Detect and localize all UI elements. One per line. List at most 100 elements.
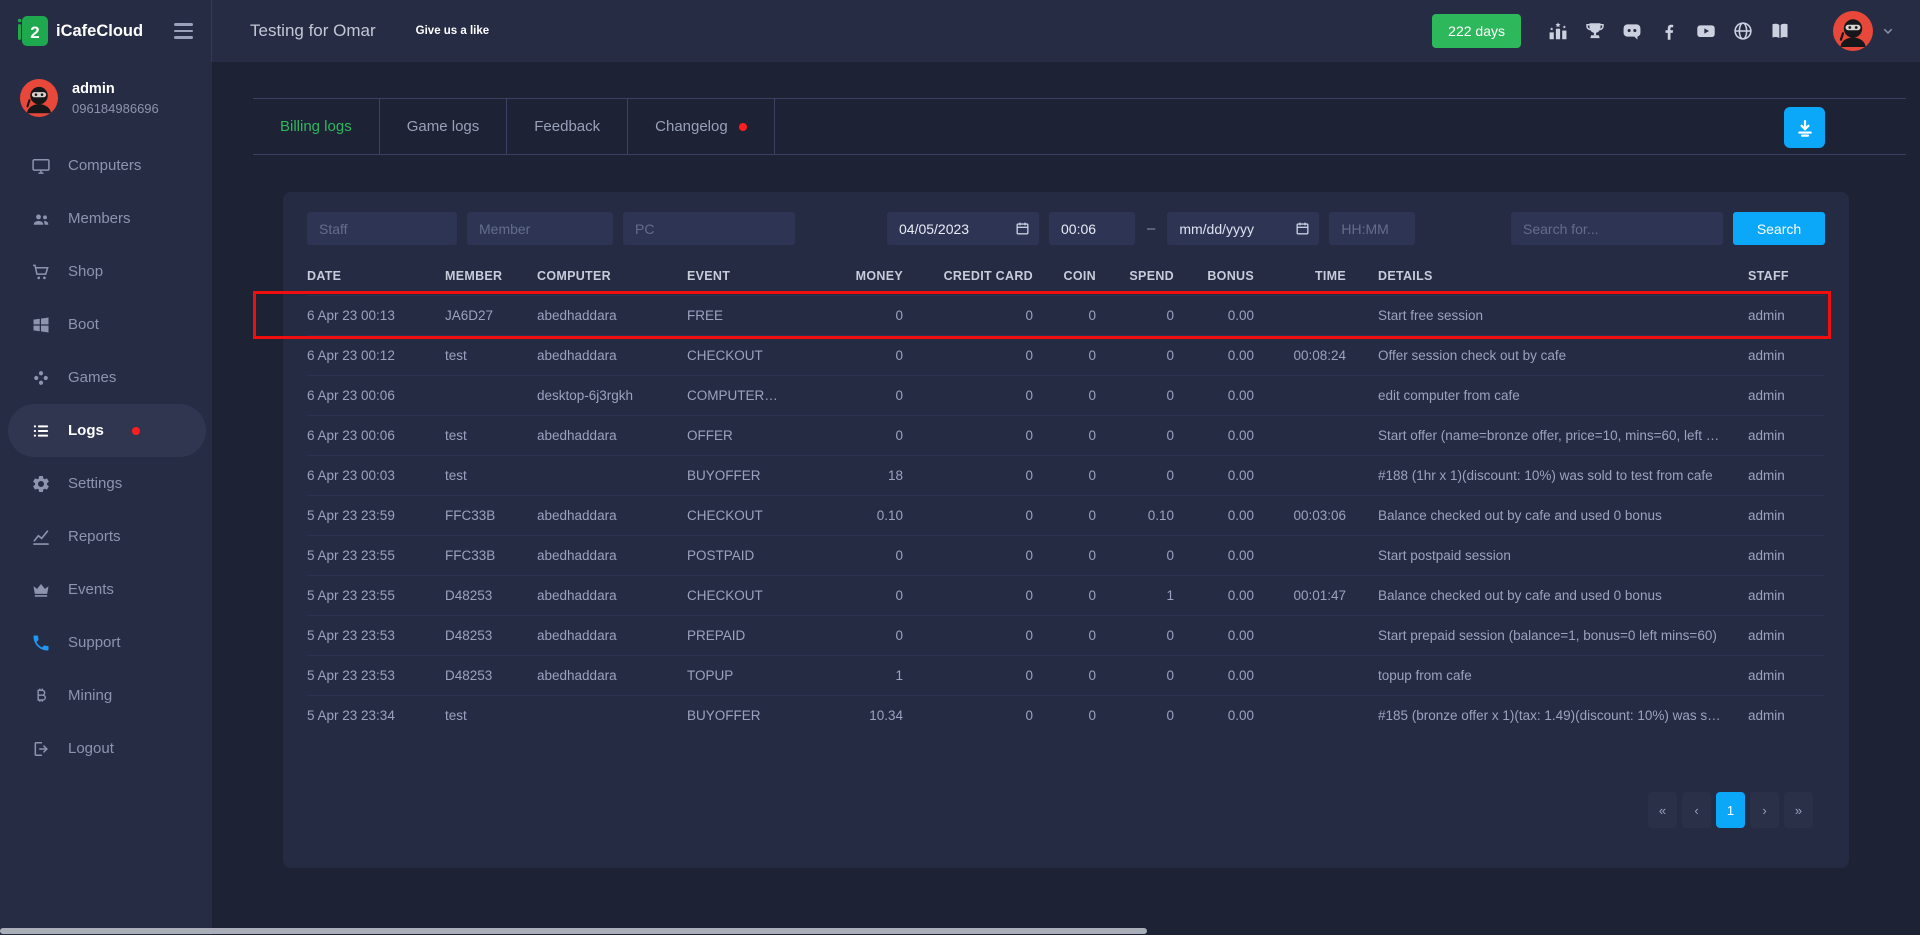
table-cell: 5 Apr 23 23:53	[307, 628, 445, 643]
youtube-icon[interactable]	[1695, 20, 1717, 42]
give-us-a-like-link[interactable]: Give us a like	[416, 25, 490, 37]
sidebar-item-label: Shop	[68, 263, 103, 280]
sidebar-item-computers[interactable]: Computers	[0, 139, 212, 192]
table-cell: 0	[1045, 468, 1108, 483]
table-cell: 0.00	[1186, 508, 1266, 523]
table-cell: 0	[1108, 428, 1186, 443]
table-cell: 0	[1045, 388, 1108, 403]
time-from-input[interactable]	[1049, 212, 1135, 245]
table-cell: admin	[1738, 708, 1825, 723]
table-row: 5 Apr 23 23:53D48253abedhaddaraPREPAID00…	[307, 615, 1825, 655]
table-cell: D48253	[445, 668, 537, 683]
table-cell: test	[445, 468, 537, 483]
sidebar-item-boot[interactable]: Boot	[0, 298, 212, 351]
table-row: 5 Apr 23 23:53D48253abedhaddaraTOPUP1000…	[307, 655, 1825, 695]
next-page-button[interactable]: ›	[1750, 792, 1779, 828]
table-cell: abedhaddara	[537, 628, 687, 643]
avatar	[1833, 11, 1873, 51]
sidebar-item-label: Logs	[68, 422, 104, 439]
sidebar-item-label: Logout	[68, 740, 114, 757]
time-to-input[interactable]	[1329, 212, 1415, 245]
table-cell: admin	[1738, 508, 1825, 523]
book-icon[interactable]	[1769, 20, 1791, 42]
hamburger-menu-icon[interactable]	[172, 19, 195, 43]
sidebar-item-reports[interactable]: Reports	[0, 510, 212, 563]
sidebar-item-logout[interactable]: Logout	[0, 722, 212, 775]
calendar-icon[interactable]	[1295, 221, 1310, 236]
table-cell: 6 Apr 23 00:06	[307, 388, 445, 403]
table-cell: 0	[797, 308, 915, 323]
sidebar-item-logs[interactable]: Logs	[8, 404, 206, 457]
tab-game-logs[interactable]: Game logs	[380, 99, 508, 154]
table-cell: CHECKOUT	[687, 588, 797, 603]
tab-feedback[interactable]: Feedback	[507, 99, 628, 154]
prev-page-button[interactable]: ‹	[1682, 792, 1711, 828]
notification-dot	[739, 123, 747, 131]
table-cell: 0	[1045, 628, 1108, 643]
sidebar-item-label: Members	[68, 210, 131, 227]
horizontal-scrollbar[interactable]	[0, 928, 1147, 934]
page-button[interactable]: 1	[1716, 792, 1745, 828]
table-cell: 0	[1045, 708, 1108, 723]
table-cell: 0.00	[1186, 468, 1266, 483]
sidebar-item-games[interactable]: Games	[0, 351, 212, 404]
table-cell: abedhaddara	[537, 348, 687, 363]
sidebar-item-support[interactable]: Support	[0, 616, 212, 669]
table-cell: 00:03:06	[1266, 508, 1358, 523]
globe-icon[interactable]	[1732, 20, 1754, 42]
table-cell: 18	[797, 468, 915, 483]
download-button[interactable]	[1784, 107, 1825, 148]
table-cell: desktop-6j3rgkh	[537, 388, 687, 403]
sidebar-item-label: Computers	[68, 157, 141, 174]
sidebar-item-mining[interactable]: Mining	[0, 669, 212, 722]
table-cell: 0	[1045, 668, 1108, 683]
column-header-time: TIME	[1266, 269, 1358, 283]
sidebar-item-events[interactable]: Events	[0, 563, 212, 616]
table-cell: 0	[1108, 708, 1186, 723]
tab-changelog[interactable]: Changelog	[628, 99, 775, 154]
table-cell: admin	[1738, 588, 1825, 603]
table-cell: 0	[797, 588, 915, 603]
staff-filter-input[interactable]	[307, 212, 457, 245]
member-filter-input[interactable]	[467, 212, 613, 245]
table-cell: 0	[1045, 508, 1108, 523]
table-cell: PREPAID	[687, 628, 797, 643]
user-menu[interactable]	[1833, 11, 1896, 51]
calendar-icon[interactable]	[1015, 221, 1030, 236]
trophy-icon[interactable]	[1584, 20, 1606, 42]
table-cell: 0	[915, 708, 1045, 723]
table-cell: topup from cafe	[1358, 668, 1738, 683]
table-row: 5 Apr 23 23:59FFC33BabedhaddaraCHECKOUT0…	[307, 495, 1825, 535]
first-page-button[interactable]: «	[1648, 792, 1677, 828]
tab-label: Billing logs	[280, 118, 352, 135]
table-cell: Balance checked out by cafe and used 0 b…	[1358, 508, 1738, 523]
ranking-icon[interactable]	[1547, 20, 1569, 42]
table-cell: 0	[797, 348, 915, 363]
sidebar-item-settings[interactable]: Settings	[0, 457, 212, 510]
table-cell: 0	[1108, 348, 1186, 363]
table-cell: 0	[915, 428, 1045, 443]
table-cell: FFC33B	[445, 548, 537, 563]
search-button[interactable]: Search	[1733, 212, 1825, 245]
search-input[interactable]	[1511, 212, 1723, 245]
sidebar-item-shop[interactable]: Shop	[0, 245, 212, 298]
days-remaining-button[interactable]: 222 days	[1432, 14, 1521, 48]
table-cell: POSTPAID	[687, 548, 797, 563]
table-cell: 0.00	[1186, 428, 1266, 443]
sidebar-item-members[interactable]: Members	[0, 192, 212, 245]
table-cell: 5 Apr 23 23:53	[307, 668, 445, 683]
table-cell: abedhaddara	[537, 668, 687, 683]
facebook-icon[interactable]	[1658, 20, 1680, 42]
sidebar-item-label: Settings	[68, 475, 122, 492]
crown-icon	[31, 580, 51, 600]
pc-filter-input[interactable]	[623, 212, 795, 245]
app-logo[interactable]: 2 iCafeCloud	[18, 16, 143, 46]
column-header-coin: COIN	[1045, 269, 1108, 283]
tab-billing-logs[interactable]: Billing logs	[253, 99, 380, 154]
last-page-button[interactable]: »	[1784, 792, 1813, 828]
discord-icon[interactable]	[1621, 20, 1643, 42]
windows-icon	[31, 315, 51, 335]
filter-row: – Search	[307, 212, 1825, 245]
logout-icon	[31, 739, 51, 759]
column-header-details: DETAILS	[1358, 269, 1738, 283]
